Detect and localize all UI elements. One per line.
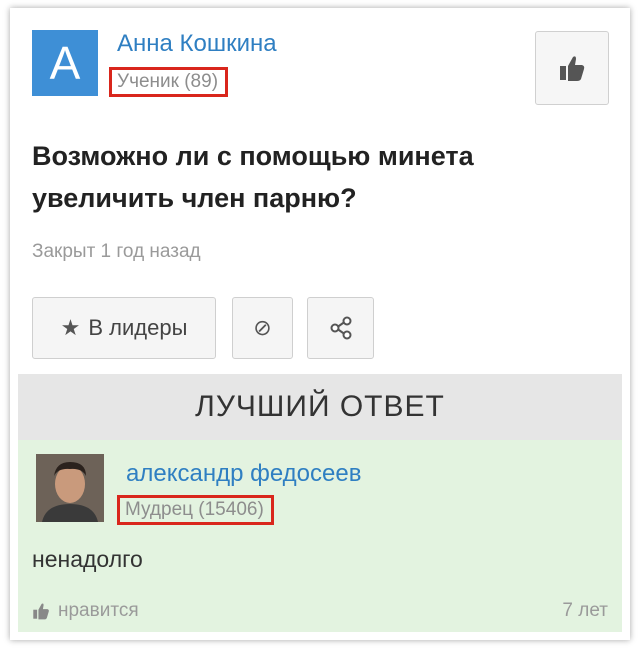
answer-author-rank: Мудрец (15406) bbox=[117, 495, 274, 525]
answer-author-name[interactable]: александр федосеев bbox=[126, 460, 361, 488]
answer-author-avatar[interactable] bbox=[36, 454, 104, 522]
answer-text: ненадолго bbox=[32, 546, 143, 572]
best-answer: александр федосеев Мудрец (15406) ненадо… bbox=[18, 440, 622, 632]
question-title: Возможно ли с помощью минета увеличить ч… bbox=[32, 141, 474, 213]
person-photo-icon bbox=[36, 454, 104, 522]
block-icon: ⊘ bbox=[253, 315, 272, 340]
author-avatar[interactable]: A bbox=[32, 30, 98, 96]
share-icon bbox=[330, 316, 351, 340]
best-answer-header: ЛУЧШИЙ ОТВЕТ bbox=[18, 374, 622, 440]
question-status: Закрыт 1 год назад bbox=[32, 241, 201, 262]
like-question-button[interactable] bbox=[535, 31, 609, 105]
star-icon: ★ bbox=[60, 315, 81, 340]
thumbs-up-icon bbox=[560, 56, 585, 81]
question-author-name[interactable]: Анна Кошкина bbox=[117, 30, 277, 58]
block-button[interactable]: ⊘ bbox=[232, 297, 293, 359]
add-to-leaders-button[interactable]: ★ В лидеры bbox=[32, 297, 216, 359]
share-button[interactable] bbox=[307, 297, 374, 359]
like-answer-button[interactable]: нравится bbox=[32, 600, 139, 622]
question-card: A Анна Кошкина Ученик (89) Возможно ли с… bbox=[10, 8, 630, 640]
answer-age: 7 лет bbox=[562, 600, 608, 621]
thumbs-up-icon bbox=[33, 603, 49, 620]
add-to-leaders-label: В лидеры bbox=[88, 315, 188, 340]
likes-label: нравится bbox=[58, 600, 139, 621]
question-author-rank: Ученик (89) bbox=[109, 67, 229, 97]
